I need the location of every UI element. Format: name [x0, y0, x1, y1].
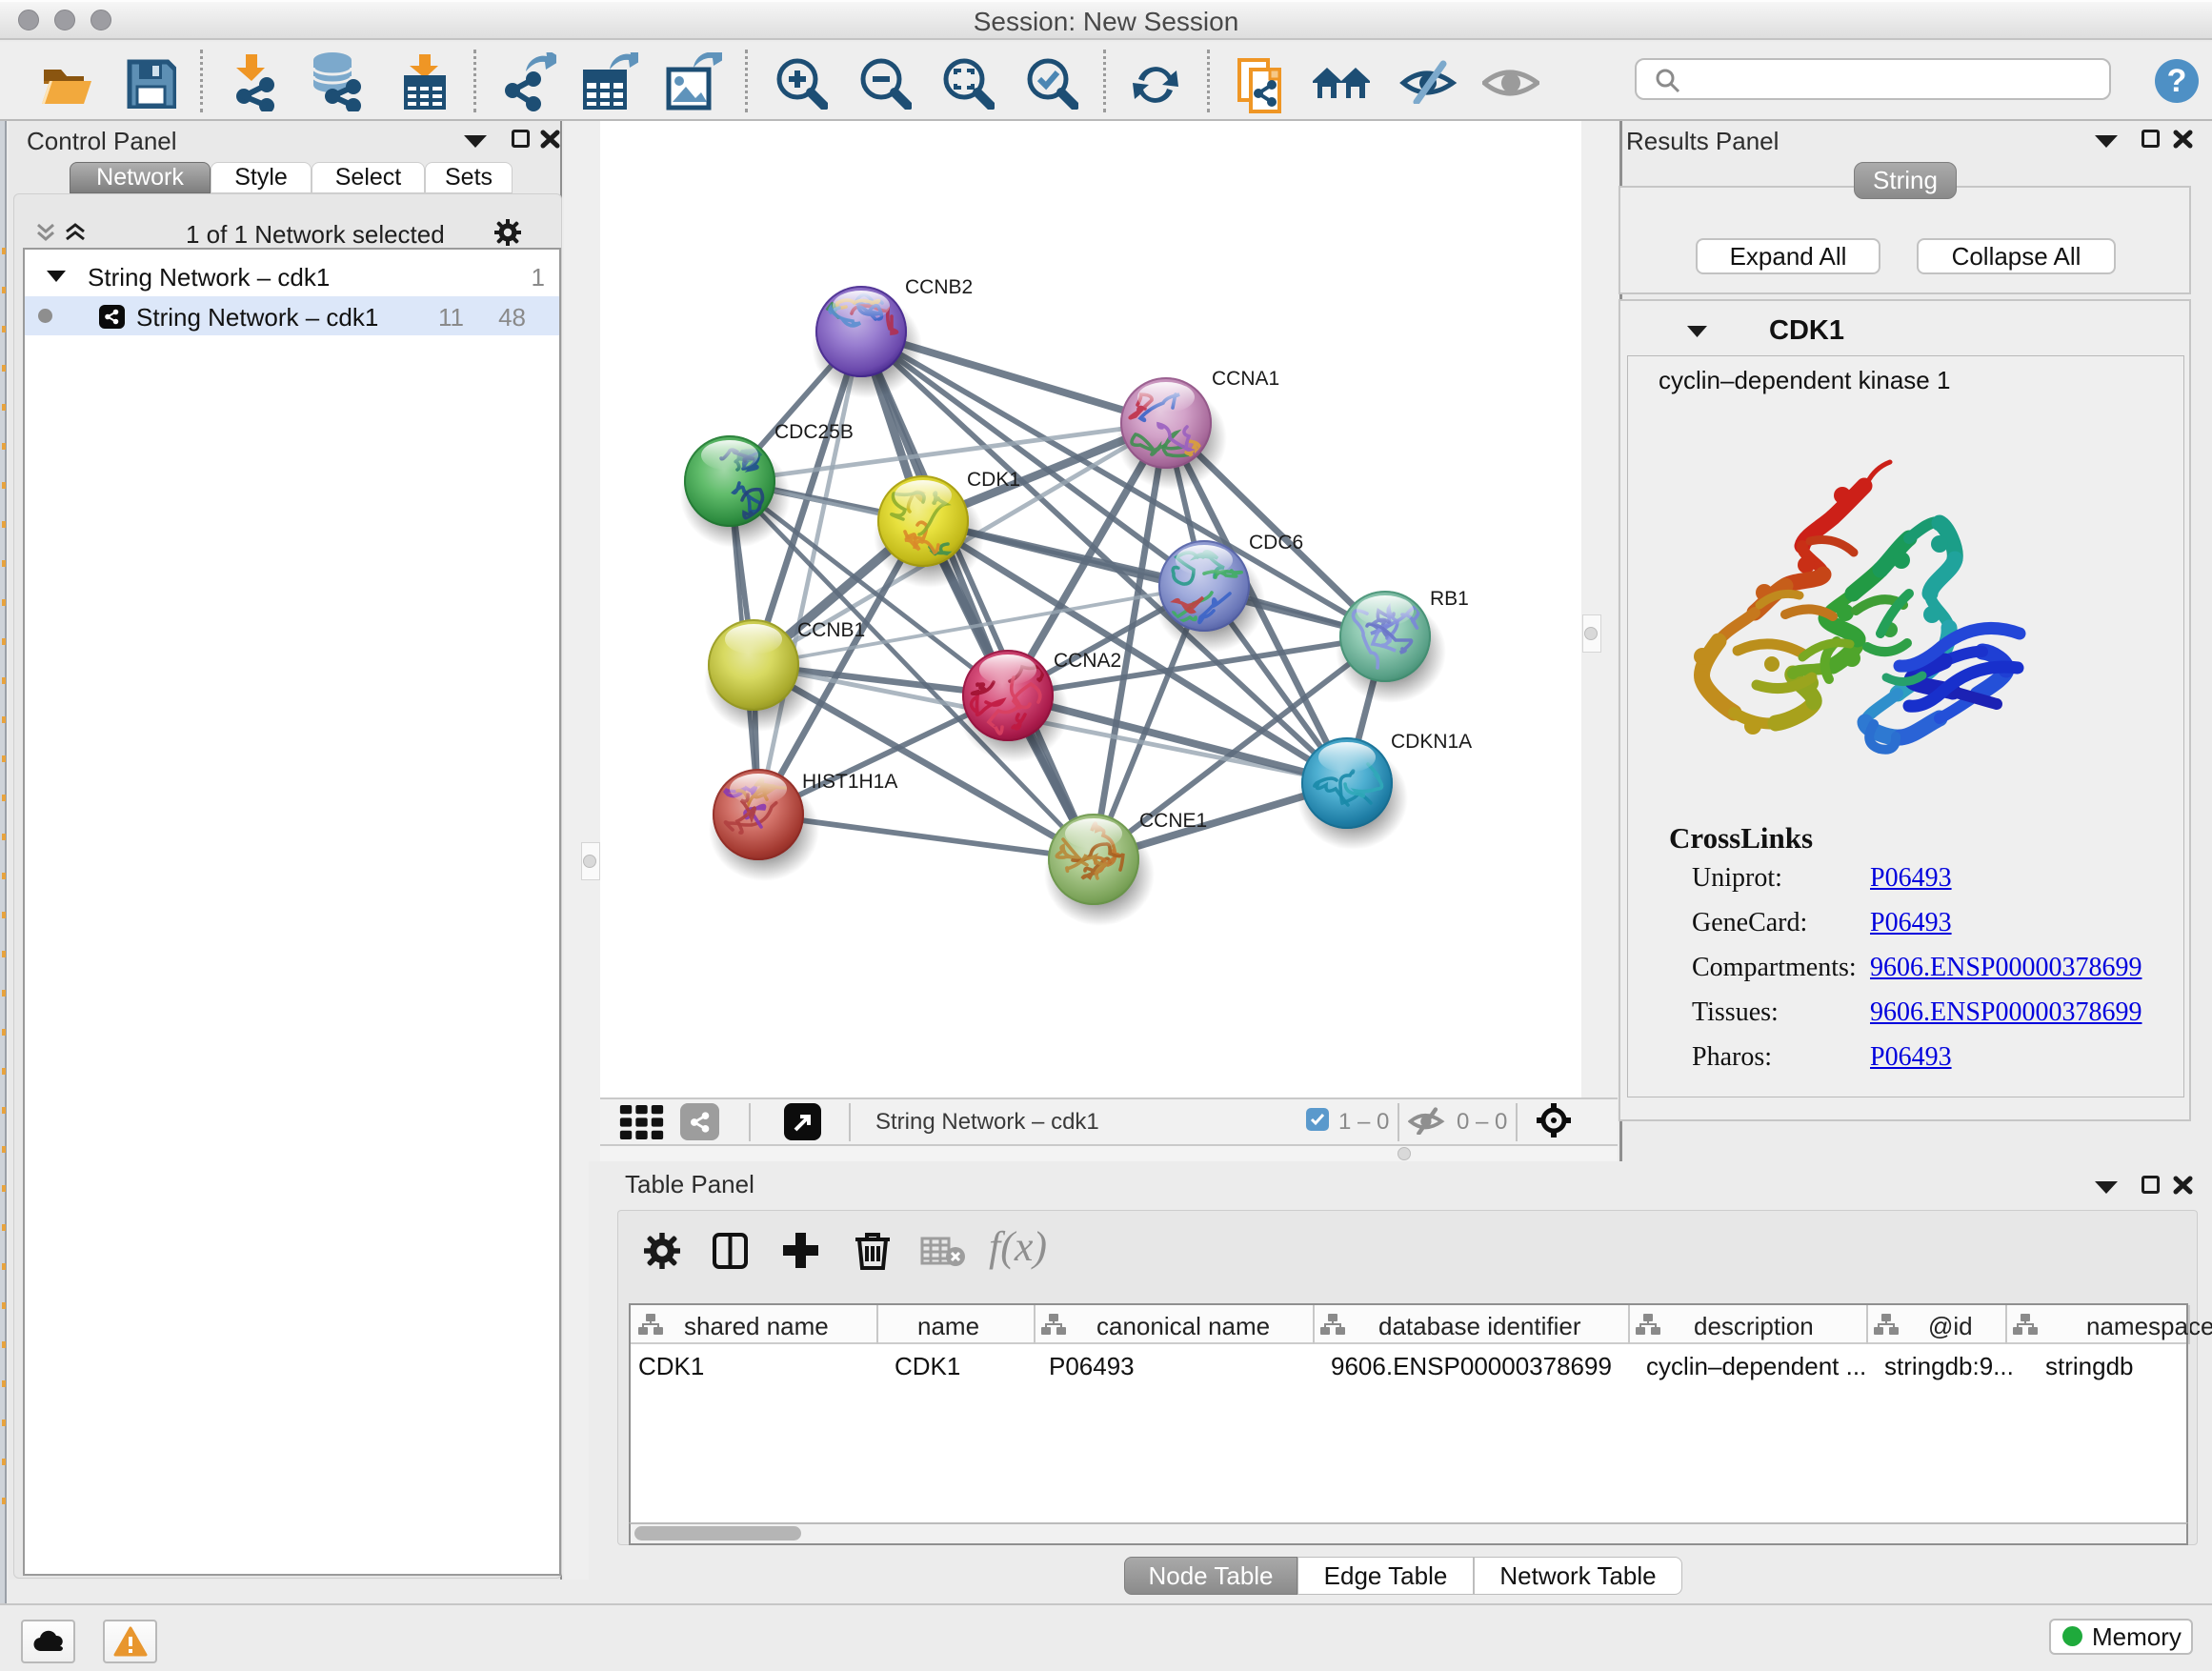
svg-text:CCNA1: CCNA1: [1212, 368, 1279, 390]
svg-text:HIST1H1A: HIST1H1A: [802, 771, 897, 793]
svg-text:CCNE1: CCNE1: [1139, 810, 1207, 832]
svg-text:CDC6: CDC6: [1249, 532, 1303, 554]
svg-text:CCNA2: CCNA2: [1054, 650, 1121, 672]
svg-text:CCNB1: CCNB1: [797, 619, 865, 641]
svg-text:CDC25B: CDC25B: [774, 421, 854, 443]
svg-text:CDK1: CDK1: [967, 469, 1020, 491]
svg-text:CDKN1A: CDKN1A: [1391, 731, 1472, 753]
svg-text:RB1: RB1: [1430, 588, 1469, 610]
svg-text:CCNB2: CCNB2: [905, 276, 973, 298]
